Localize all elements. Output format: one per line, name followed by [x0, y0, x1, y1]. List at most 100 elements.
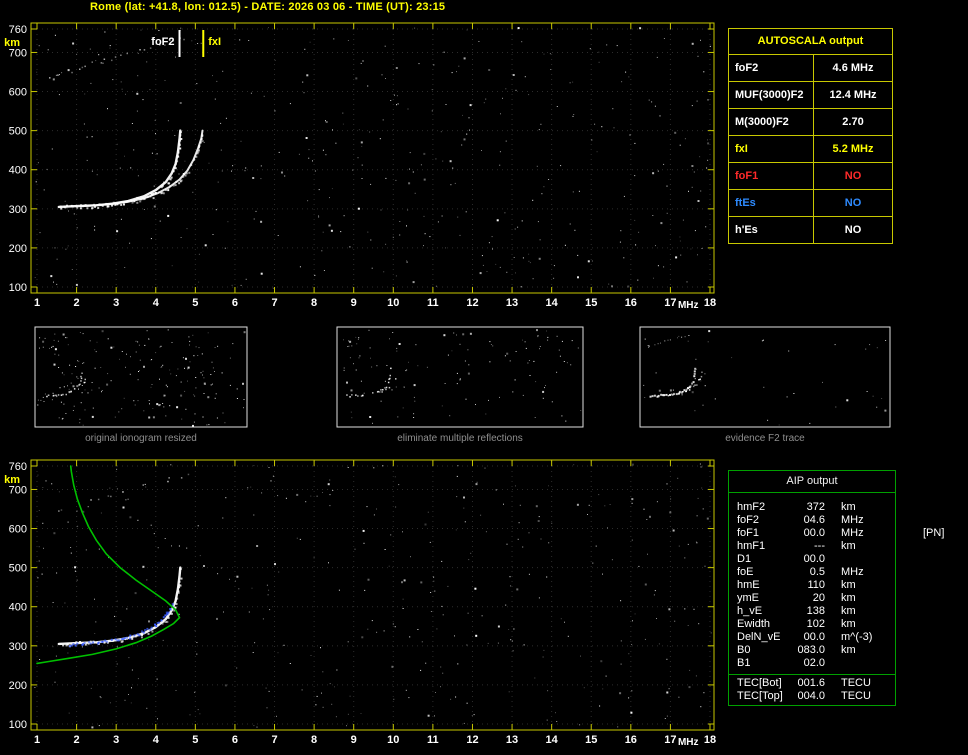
- aip-row-foF1: foF100.0MHz[PN]: [737, 527, 895, 540]
- aip-row-note: [PN]: [923, 527, 944, 540]
- svg-text:7: 7: [271, 297, 277, 309]
- aip-row-unit: TECU: [841, 677, 889, 690]
- aip-row-value: 04.6: [793, 514, 825, 527]
- aip-row-value: 138: [793, 605, 825, 618]
- svg-text:15: 15: [585, 734, 597, 746]
- aip-row-name: TEC[Top]: [737, 690, 793, 703]
- thumbnail-caption-evidence: evidence F2 trace: [640, 433, 890, 444]
- svg-text:foF2: foF2: [151, 36, 174, 48]
- aip-row-unit: MHz: [841, 566, 889, 579]
- autoscala-row-label: M(3000)F2: [729, 109, 813, 135]
- svg-text:10: 10: [387, 734, 399, 746]
- aip-row-unit: km: [841, 644, 889, 657]
- aip-row-value: ---: [793, 540, 825, 553]
- svg-text:500: 500: [9, 126, 27, 138]
- thumbnail-original-ionogram: [35, 327, 247, 427]
- aip-row-name: ymE: [737, 592, 793, 605]
- aip-row-unit: km: [841, 592, 889, 605]
- autoscala-row-h'Es: h'EsNO: [729, 216, 892, 243]
- svg-text:5: 5: [192, 734, 198, 746]
- svg-text:760: 760: [9, 24, 27, 36]
- svg-text:3: 3: [113, 297, 119, 309]
- aip-row-value: 110: [793, 579, 825, 592]
- aip-row-unit: [841, 553, 889, 566]
- autoscala-table-header: AUTOSCALA output: [729, 29, 892, 54]
- aip-row-D1: D100.0: [737, 553, 895, 566]
- svg-text:2: 2: [74, 297, 80, 309]
- aip-row-name: foF1: [737, 527, 793, 540]
- page-title: Rome (lat: +41.8, lon: 012.5) - DATE: 20…: [90, 1, 445, 13]
- svg-text:13: 13: [506, 734, 518, 746]
- aip-row-unit: MHz: [841, 527, 889, 540]
- svg-text:7: 7: [271, 734, 277, 746]
- aip-row-foF2: foF204.6MHz: [737, 514, 895, 527]
- thumbnail-eliminate-reflections: [337, 327, 583, 427]
- svg-text:18: 18: [704, 734, 716, 746]
- svg-text:200: 200: [9, 243, 27, 255]
- svg-text:6: 6: [232, 734, 238, 746]
- svg-text:11: 11: [427, 734, 439, 746]
- svg-text:16: 16: [625, 297, 637, 309]
- aip-row-name: B1: [737, 657, 793, 670]
- autoscala-row-value: 5.2 MHz: [813, 136, 892, 162]
- svg-text:12: 12: [466, 734, 478, 746]
- aip-row-value: 001.6: [793, 677, 825, 690]
- aip-row-name: D1: [737, 553, 793, 566]
- svg-text:400: 400: [9, 602, 27, 614]
- thumbnail-caption-eliminate: eliminate multiple reflections: [337, 433, 583, 444]
- aip-row-B0: B0083.0km: [737, 644, 895, 657]
- aip-row-unit: km: [841, 618, 889, 631]
- autoscala-window: 7607006005004003002001001234567891011121…: [0, 0, 968, 755]
- svg-text:500: 500: [9, 563, 27, 575]
- aip-table-rows: hmF2372kmfoF204.6MHzfoF100.0MHz[PN]hmF1-…: [729, 493, 895, 674]
- aip-row-value: 20: [793, 592, 825, 605]
- svg-text:2: 2: [74, 734, 80, 746]
- svg-text:300: 300: [9, 204, 27, 216]
- svg-text:4: 4: [153, 297, 160, 309]
- aip-row-value: 00.0: [793, 527, 825, 540]
- profile-ionogram-plot: 7607006005004003002001001234567891011121…: [4, 460, 716, 748]
- svg-text:9: 9: [351, 734, 357, 746]
- svg-text:8: 8: [311, 734, 317, 746]
- svg-text:18: 18: [704, 297, 716, 309]
- svg-text:100: 100: [9, 719, 27, 731]
- aip-row-unit: [841, 657, 889, 670]
- svg-text:14: 14: [546, 297, 559, 309]
- autoscala-row-label: foF2: [729, 55, 813, 81]
- aip-row-value: 00.0: [793, 631, 825, 644]
- aip-row-TEC[Top]: TEC[Top]004.0TECU: [737, 690, 895, 703]
- svg-text:13: 13: [506, 297, 518, 309]
- svg-text:600: 600: [9, 87, 27, 99]
- svg-text:MHz: MHz: [678, 300, 699, 311]
- aip-row-value: 372: [793, 501, 825, 514]
- autoscala-row-value: 4.6 MHz: [813, 55, 892, 81]
- autoscala-row-label: ftEs: [729, 190, 813, 216]
- svg-text:600: 600: [9, 524, 27, 536]
- aip-row-unit: km: [841, 501, 889, 514]
- svg-text:9: 9: [351, 297, 357, 309]
- aip-row-unit: km: [841, 540, 889, 553]
- aip-row-DelN_vE: DelN_vE00.0m^(-3): [737, 631, 895, 644]
- svg-text:400: 400: [9, 165, 27, 177]
- svg-text:17: 17: [664, 734, 676, 746]
- svg-text:10: 10: [387, 297, 399, 309]
- svg-text:700: 700: [9, 47, 27, 59]
- aip-row-value: 102: [793, 618, 825, 631]
- autoscala-row-label: foF1: [729, 163, 813, 189]
- svg-text:5: 5: [192, 297, 198, 309]
- aip-row-unit: km: [841, 605, 889, 618]
- aip-row-unit: TECU: [841, 690, 889, 703]
- autoscala-row-MUF(3000)F2: MUF(3000)F212.4 MHz: [729, 81, 892, 108]
- svg-text:12: 12: [466, 297, 478, 309]
- autoscala-row-foF2: foF24.6 MHz: [729, 54, 892, 81]
- aip-row-name: hmE: [737, 579, 793, 592]
- aip-tec-rows: TEC[Bot]001.6TECUTEC[Top]004.0TECU: [729, 674, 895, 705]
- svg-text:1: 1: [34, 734, 40, 746]
- aip-row-hmF2: hmF2372km: [737, 501, 895, 514]
- autoscala-row-ftEs: ftEsNO: [729, 189, 892, 216]
- aip-row-h_vE: h_vE138km: [737, 605, 895, 618]
- main-ionogram-plot: 7607006005004003002001001234567891011121…: [4, 23, 716, 311]
- thumbnail-evidence-f2-trace: [640, 327, 890, 427]
- aip-row-value: 0.5: [793, 566, 825, 579]
- aip-row-unit: m^(-3): [841, 631, 889, 644]
